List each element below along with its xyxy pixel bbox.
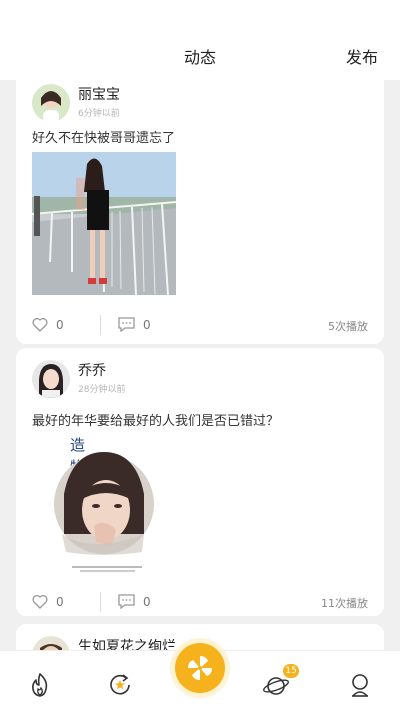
play-count: 11次播放 [321, 597, 368, 610]
profile-icon [352, 674, 368, 697]
post-time: 6分钟以前 [78, 109, 120, 119]
comment-count: 0 [143, 317, 151, 332]
post-actions: 0 0 5次播放 [32, 315, 368, 337]
like-count: 0 [56, 594, 64, 609]
center-publish-button[interactable] [175, 643, 225, 693]
avatar[interactable] [32, 636, 70, 650]
comment-button[interactable]: 0 [118, 317, 151, 332]
top-header: 动态 发布 [0, 0, 400, 80]
tab-refresh[interactable] [106, 671, 134, 699]
action-divider [100, 592, 101, 612]
pinwheel-icon [188, 656, 212, 680]
avatar[interactable] [32, 360, 70, 398]
post-image[interactable] [32, 152, 176, 295]
post-image[interactable]: 造物 [32, 434, 157, 574]
post-text: 好久不在快被哥哥遗忘了 [32, 131, 176, 146]
author-name[interactable]: 生如夏花之绚烂 [78, 636, 176, 650]
like-button[interactable]: 0 [32, 317, 64, 332]
comment-icon [118, 317, 135, 332]
comment-icon [118, 594, 135, 609]
avatar[interactable] [32, 84, 70, 122]
page-title: 动态 [183, 48, 216, 67]
tab-hot[interactable] [26, 671, 54, 699]
comment-count: 0 [143, 594, 151, 609]
like-button[interactable]: 0 [32, 594, 64, 609]
like-count: 0 [56, 317, 64, 332]
action-divider [100, 315, 101, 335]
post-text: 最好的年华要给最好的人我们是否已错过？ [32, 414, 280, 429]
publish-button[interactable]: 发布 [346, 44, 378, 68]
tab-profile[interactable] [346, 671, 374, 699]
flame-icon [32, 673, 48, 697]
post-card[interactable]: 丽宝宝 6分钟以前 好久不在快被哥哥遗忘了 0 0 5次播放 [16, 80, 384, 344]
heart-icon [32, 594, 48, 609]
comment-button[interactable]: 0 [118, 594, 151, 609]
post-actions: 0 0 11次播放 [32, 592, 368, 614]
play-count: 5次播放 [328, 320, 368, 333]
author-name[interactable]: 乔乔 [78, 360, 106, 380]
notification-badge: 15 [283, 664, 299, 678]
post-card[interactable]: 乔乔 28分钟以前 最好的年华要给最好的人我们是否已错过？ 造物 [16, 348, 384, 616]
author-name[interactable]: 丽宝宝 [78, 84, 120, 104]
post-time: 28分钟以前 [78, 385, 126, 395]
heart-icon [32, 317, 48, 332]
refresh-star-icon [110, 674, 130, 695]
feed-list[interactable]: 丽宝宝 6分钟以前 好久不在快被哥哥遗忘了 0 0 5次播放 乔乔 28分钟以前… [0, 80, 400, 650]
